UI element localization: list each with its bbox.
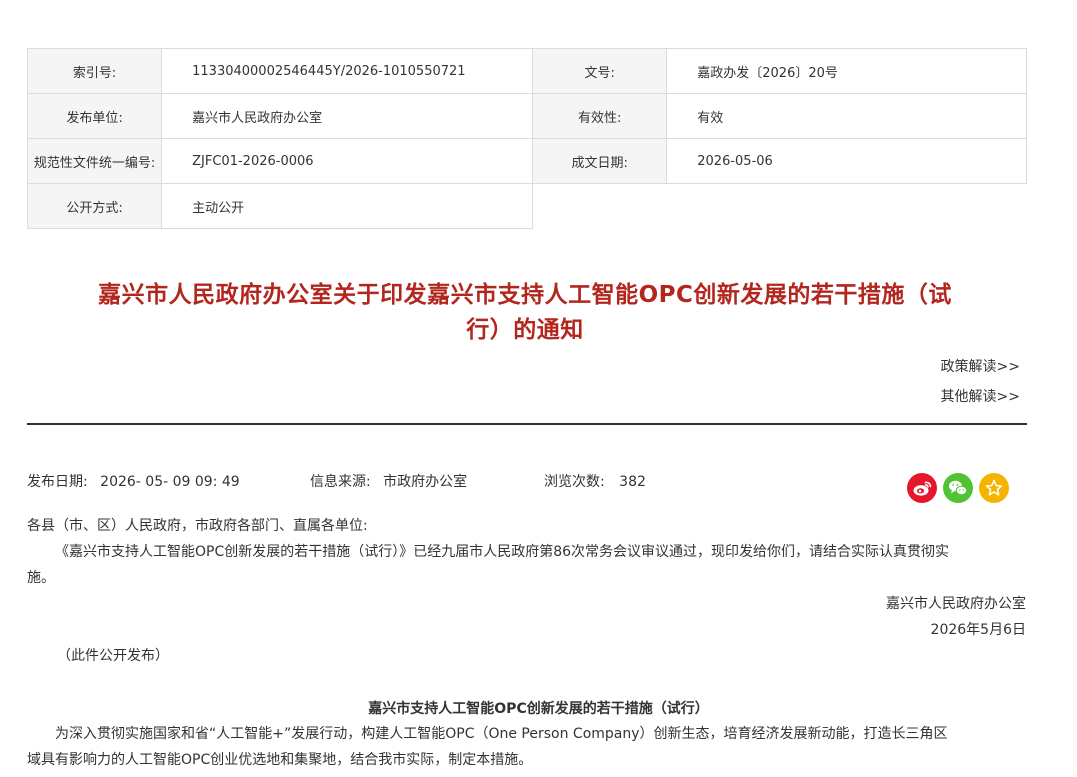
page-title: 嘉兴市人民政府办公室关于印发嘉兴市支持人工智能OPC创新发展的若干措施（试 行）…: [60, 278, 990, 348]
written-date-label: 成文日期:: [532, 138, 668, 184]
measures-subtitle: 嘉兴市支持人工智能OPC创新发展的若干措施（试行）: [368, 701, 709, 717]
title-line-2: 行）的通知: [466, 317, 584, 343]
signature-date: 2026年5月6日: [930, 622, 1026, 638]
weibo-share-button[interactable]: [907, 473, 937, 503]
notice-paragraph-line-1: 《嘉兴市支持人工智能OPC创新发展的若干措施（试行）》已经九届市人民政府第86次…: [55, 544, 950, 560]
policy-interpretation-link[interactable]: 政策解读>>: [941, 356, 1020, 376]
star-icon: [979, 473, 1009, 503]
publish-date-value: 2026- 05- 09 09: 49: [100, 474, 240, 490]
unified-code-label: 规范性文件统一编号:: [26, 138, 163, 184]
views-value: 382: [619, 474, 646, 490]
weibo-icon: [907, 473, 937, 503]
source-value: 市政府办公室: [383, 474, 468, 490]
wechat-icon: [943, 473, 973, 503]
document-meta-table: 索引号: 11330400002546445Y/2026-1010550721 …: [26, 48, 1027, 229]
title-line-1: 嘉兴市人民政府办公室关于印发嘉兴市支持人工智能OPC创新发展的若干措施（试: [98, 282, 952, 308]
publication-note: （此件公开发布）: [57, 648, 169, 664]
validity-label: 有效性:: [532, 93, 668, 139]
issuing-office-signature: 嘉兴市人民政府办公室: [886, 596, 1026, 612]
views-label: 浏览次数:: [544, 474, 605, 490]
written-date-value: 2026-05-06: [666, 138, 1027, 184]
header-divider: [27, 423, 1027, 425]
publish-date-label: 发布日期:: [27, 474, 88, 490]
disclosure-method-label: 公开方式:: [26, 183, 163, 229]
index-number-label: 索引号:: [26, 48, 163, 94]
notice-paragraph-line-2: 施。: [27, 570, 55, 586]
measures-paragraph-line-1: 为深入贯彻实施国家和省“人工智能+”发展行动，构建人工智能OPC（One Per…: [55, 726, 948, 742]
measures-paragraph-line-2: 域具有影响力的人工智能OPC创业优选地和集聚地，结合我市实际，制定本措施。: [27, 752, 533, 768]
other-interpretation-link[interactable]: 其他解读>>: [941, 386, 1020, 406]
document-number-label: 文号:: [532, 48, 668, 94]
favorite-share-button[interactable]: [979, 473, 1009, 503]
salutation: 各县（市、区）人民政府，市政府各部门、直属各单位:: [27, 518, 368, 534]
index-number-value: 11330400002546445Y/2026-1010550721: [161, 48, 534, 94]
issuer-label: 发布单位:: [26, 93, 163, 139]
empty-cell: [532, 183, 1027, 229]
disclosure-method-value: 主动公开: [161, 183, 534, 229]
wechat-share-button[interactable]: [943, 473, 973, 503]
validity-value: 有效: [666, 93, 1027, 139]
document-number-value: 嘉政办发〔2026〕20号: [666, 48, 1027, 94]
unified-code-value: ZJFC01-2026-0006: [161, 138, 534, 184]
source-label: 信息来源:: [310, 474, 371, 490]
issuer-value: 嘉兴市人民政府办公室: [161, 93, 534, 139]
